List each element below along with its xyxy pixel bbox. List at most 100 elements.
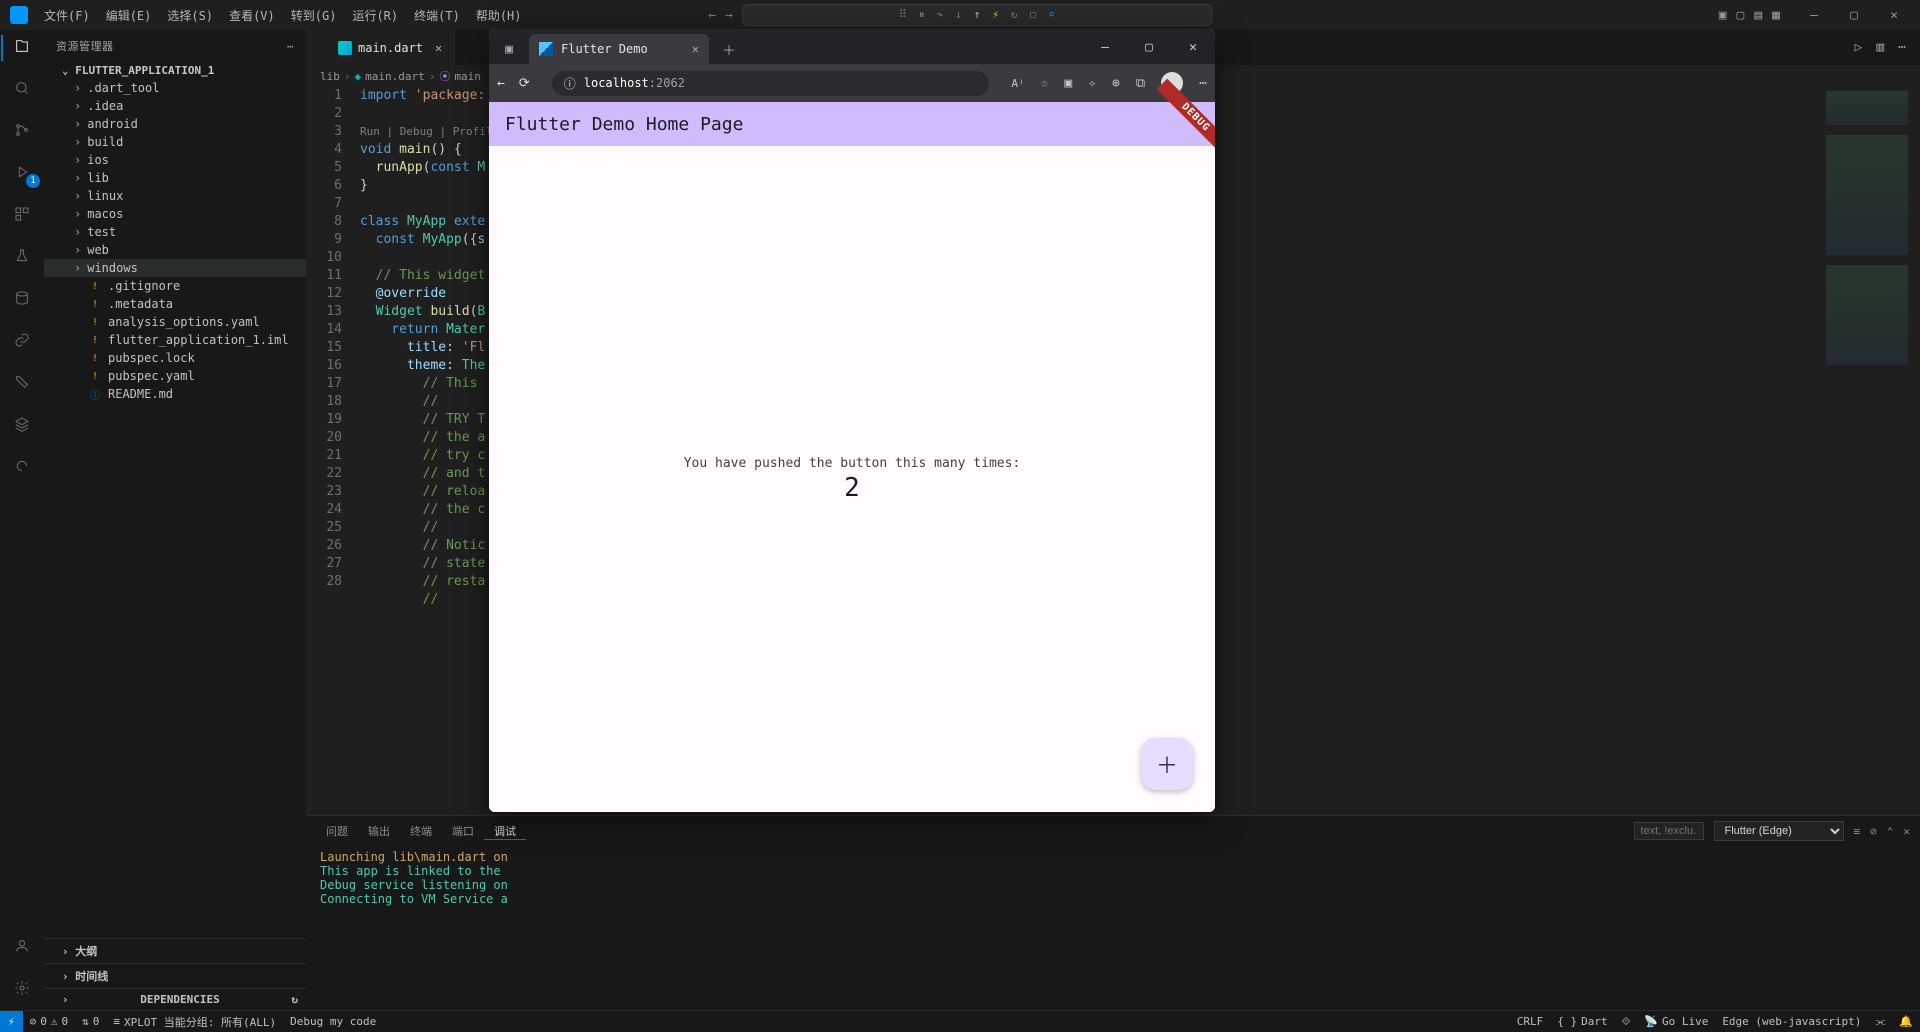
outline-section[interactable]: 大纲 bbox=[44, 938, 306, 963]
close-tab-icon[interactable]: ✕ bbox=[435, 41, 442, 55]
folder-node[interactable]: macos bbox=[44, 205, 306, 223]
file-node[interactable]: !flutter_application_1.iml bbox=[44, 331, 306, 349]
debug-toolbar-icon[interactable]: ◻ bbox=[1030, 8, 1037, 22]
layout-toggle-icon[interactable]: ▣ bbox=[1719, 8, 1727, 23]
activity-extensions-icon[interactable] bbox=[14, 206, 30, 226]
file-node[interactable]: ⓘREADME.md bbox=[44, 385, 306, 403]
run-icon[interactable]: ▷ bbox=[1855, 40, 1863, 55]
file-node[interactable]: !analysis_options.yaml bbox=[44, 313, 306, 331]
folder-node[interactable]: .dart_tool bbox=[44, 79, 306, 97]
timeline-section[interactable]: 时间线 bbox=[44, 963, 306, 988]
menu-item[interactable]: 帮助(H) bbox=[468, 7, 530, 25]
debug-toolbar-icon[interactable]: ⏸ bbox=[919, 8, 925, 22]
activity-settings-icon[interactable] bbox=[14, 980, 30, 1000]
file-node[interactable]: !pubspec.lock bbox=[44, 349, 306, 367]
collections-icon[interactable]: ⊕ bbox=[1112, 76, 1120, 91]
debug-toolbar-icon[interactable]: ↷ bbox=[936, 8, 943, 22]
menu-item[interactable]: 查看(V) bbox=[221, 7, 283, 25]
browser-maximize-icon[interactable]: ▢ bbox=[1127, 31, 1171, 64]
nav-back-icon[interactable]: ← bbox=[708, 8, 716, 23]
browser-close-icon[interactable]: ✕ bbox=[1171, 31, 1215, 64]
menu-item[interactable]: 选择(S) bbox=[159, 7, 221, 25]
folder-node[interactable]: test bbox=[44, 223, 306, 241]
status-debug-target[interactable]: Debug my code bbox=[283, 1015, 383, 1028]
tab-actions-icon[interactable]: ▣ bbox=[495, 35, 523, 63]
close-browser-tab-icon[interactable]: ✕ bbox=[692, 42, 699, 56]
more-icon[interactable]: ⋯ bbox=[287, 40, 294, 53]
panel-tab[interactable]: 问题 bbox=[316, 823, 358, 840]
activity-tag-icon[interactable] bbox=[14, 374, 30, 394]
browser-more-icon[interactable]: ⋯ bbox=[1199, 76, 1207, 91]
activity-account-icon[interactable] bbox=[14, 938, 30, 958]
dependencies-section[interactable]: DEPENDENCIES↻ bbox=[44, 988, 306, 1010]
activity-explorer-icon[interactable] bbox=[14, 38, 30, 58]
new-tab-icon[interactable]: ＋ bbox=[715, 35, 743, 63]
file-node[interactable]: !.metadata bbox=[44, 295, 306, 313]
editor-tab-main[interactable]: main.dart ✕ bbox=[306, 30, 455, 65]
panel-clear-icon[interactable]: ⊘ bbox=[1870, 825, 1877, 838]
favorite-icon[interactable]: ☆ bbox=[1041, 76, 1049, 91]
folder-node[interactable]: ios bbox=[44, 151, 306, 169]
read-aloud-icon[interactable]: A⁾ bbox=[1011, 77, 1024, 90]
status-feedback-icon[interactable]: ⫘ bbox=[1868, 1015, 1892, 1029]
browser-refresh-icon[interactable]: ⟳ bbox=[519, 76, 530, 91]
more-actions-icon[interactable]: ⋯ bbox=[1898, 40, 1906, 55]
debug-toolbar-icon[interactable]: ⚡ bbox=[992, 8, 999, 22]
extensions-icon[interactable]: ⧉ bbox=[1136, 76, 1145, 91]
activity-layers-icon[interactable] bbox=[14, 416, 30, 436]
panel-tab[interactable]: 调试 bbox=[484, 823, 526, 840]
file-node[interactable]: !.gitignore bbox=[44, 277, 306, 295]
panel-tab[interactable]: 终端 bbox=[400, 823, 442, 840]
folder-node[interactable]: web bbox=[44, 241, 306, 259]
status-bell-icon[interactable]: 🔔 bbox=[1892, 1015, 1920, 1028]
activity-database-icon[interactable] bbox=[14, 290, 30, 310]
address-bar[interactable]: ⓘ localhost:2062 bbox=[552, 71, 990, 96]
panel-filter-input[interactable] bbox=[1634, 822, 1704, 840]
status-golive[interactable]: 📡 Go Live bbox=[1637, 1015, 1715, 1028]
project-root[interactable]: FLUTTER_APPLICATION_1 bbox=[44, 62, 306, 79]
menu-item[interactable]: 编辑(E) bbox=[98, 7, 160, 25]
panel-output-select[interactable]: Flutter (Edge) bbox=[1714, 821, 1844, 841]
activity-scm-icon[interactable] bbox=[14, 122, 30, 142]
activity-link-icon[interactable] bbox=[14, 332, 30, 352]
window-close-icon[interactable]: ✕ bbox=[1874, 1, 1914, 29]
activity-run-icon[interactable]: 1 bbox=[14, 164, 30, 184]
status-problems[interactable]: ⊘ 0 ⚠ 0 bbox=[23, 1015, 76, 1028]
folder-node[interactable]: android bbox=[44, 115, 306, 133]
window-minimize-icon[interactable]: — bbox=[1794, 1, 1834, 29]
favorites-bar-icon[interactable]: ✧ bbox=[1088, 76, 1096, 91]
status-device[interactable]: Edge (web-javascript) bbox=[1715, 1015, 1868, 1028]
folder-node[interactable]: windows bbox=[44, 259, 306, 277]
browser-minimize-icon[interactable]: — bbox=[1083, 31, 1127, 64]
window-maximize-icon[interactable]: ▢ bbox=[1834, 1, 1874, 29]
folder-node[interactable]: linux bbox=[44, 187, 306, 205]
menu-item[interactable]: 文件(F) bbox=[36, 7, 98, 25]
activity-flask-icon[interactable] bbox=[14, 248, 30, 268]
panel-tab[interactable]: 端口 bbox=[442, 823, 484, 840]
panel-output[interactable]: Launching lib\main.dart onThis app is li… bbox=[306, 846, 1920, 1010]
split-screen-icon[interactable]: ▣ bbox=[1064, 76, 1072, 91]
browser-tab[interactable]: Flutter Demo ✕ bbox=[529, 34, 709, 64]
debug-toolbar-icon[interactable]: ↑ bbox=[974, 8, 981, 22]
folder-node[interactable]: .idea bbox=[44, 97, 306, 115]
panel-close-icon[interactable]: ✕ bbox=[1903, 825, 1910, 838]
status-language[interactable]: { } Dart bbox=[1550, 1015, 1614, 1028]
remote-button[interactable]: ⚡ bbox=[0, 1011, 23, 1032]
debug-toolbar-icon[interactable]: ↻ bbox=[1011, 8, 1018, 22]
minimap[interactable] bbox=[1820, 87, 1920, 815]
panel-tab[interactable]: 输出 bbox=[358, 823, 400, 840]
activity-search-icon[interactable] bbox=[14, 80, 30, 100]
refresh-icon[interactable]: ↻ bbox=[291, 993, 298, 1006]
activity-hydra-icon[interactable] bbox=[14, 458, 30, 478]
browser-back-icon[interactable]: ← bbox=[497, 76, 505, 91]
panel-maximize-icon[interactable]: ⌃ bbox=[1887, 825, 1894, 838]
layout-toggle-icon[interactable]: ▢ bbox=[1737, 8, 1745, 23]
status-xplot[interactable]: ≡ XPLOT 当能分组: 所有(ALL) bbox=[106, 1014, 283, 1030]
split-editor-icon[interactable]: ▥ bbox=[1876, 40, 1884, 55]
status-devtools-icon[interactable]: ⟐ bbox=[1615, 1015, 1638, 1029]
folder-node[interactable]: build bbox=[44, 133, 306, 151]
menu-item[interactable]: 转到(G) bbox=[283, 7, 345, 25]
layout-toggle-icon[interactable]: ▦ bbox=[1772, 8, 1780, 23]
status-eol[interactable]: CRLF bbox=[1510, 1015, 1551, 1028]
debug-toolbar-icon[interactable]: ⌕ bbox=[1048, 8, 1055, 22]
